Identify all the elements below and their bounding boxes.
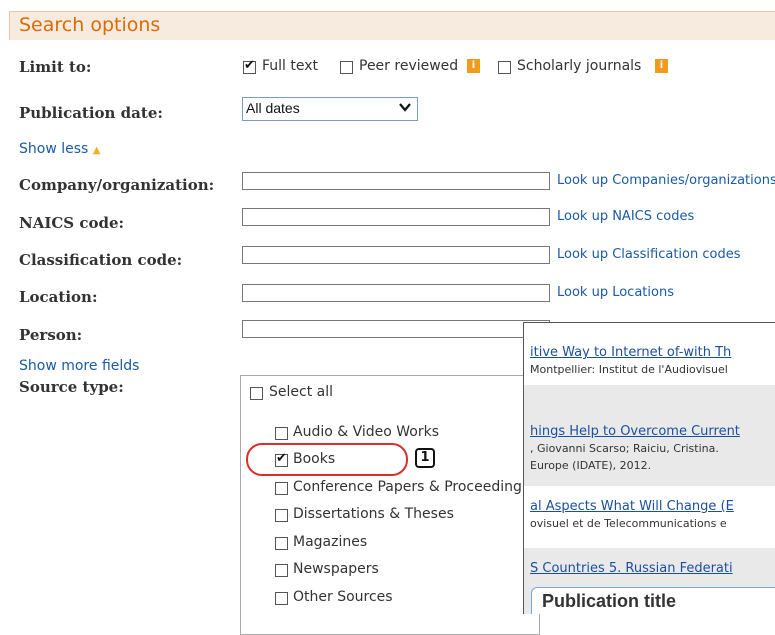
source-dissertations-label: Dissertations & Theses (293, 506, 454, 522)
limit-to-label: Limit to: (19, 58, 92, 76)
lookup-naics-link[interactable]: Look up NAICS codes (557, 209, 694, 224)
select-all-label: Select all (269, 384, 333, 400)
source-other-checkbox[interactable] (275, 592, 288, 605)
classification-code-label: Classification code: (19, 251, 183, 269)
result-title-link[interactable]: al Aspects What Will Change (E (530, 499, 734, 514)
source-other-label: Other Sources (293, 589, 393, 605)
scholarly-journals-checkbox[interactable] (498, 61, 511, 74)
classification-code-input[interactable] (242, 246, 550, 264)
company-organization-label: Company/organization: (19, 176, 215, 194)
peer-reviewed-checkbox[interactable] (340, 61, 353, 74)
select-all-checkbox[interactable] (250, 387, 263, 400)
location-input[interactable] (242, 284, 550, 302)
lookup-locations-link[interactable]: Look up Locations (557, 285, 674, 300)
publication-title-panel[interactable]: Publication title (531, 587, 775, 614)
show-more-fields-link[interactable]: Show more fields (19, 358, 139, 374)
books-highlight-ring (246, 443, 408, 476)
source-audio-video-checkbox[interactable] (275, 427, 288, 440)
result-title-link[interactable]: itive Way to Internet of-with Th (530, 345, 731, 360)
peer-reviewed-info-icon[interactable]: i (467, 59, 480, 73)
result-title-link[interactable]: hings Help to Overcome Current (530, 424, 740, 439)
full-text-label: Full text (262, 58, 319, 74)
location-label: Location: (19, 288, 98, 306)
source-conference-label: Conference Papers & Proceeding (293, 479, 522, 495)
person-label: Person: (19, 326, 83, 344)
peer-reviewed-label: Peer reviewed (359, 58, 459, 74)
callout-number-badge: 1 (415, 448, 435, 468)
scholarly-journals-info-icon[interactable]: i (655, 59, 668, 73)
lookup-classification-link[interactable]: Look up Classification codes (557, 247, 740, 262)
show-less-label: Show less (19, 141, 89, 157)
publication-date-value: All dates (246, 100, 300, 116)
results-popup: itive Way to Internet of-with Th Montpel… (523, 322, 775, 614)
top-border (0, 0, 775, 8)
source-type-label: Source type: (19, 378, 124, 396)
triangle-up-icon: ▲ (92, 145, 101, 156)
show-less-link[interactable]: Show less ▲ (19, 141, 100, 157)
page-title: Search options (19, 14, 161, 36)
source-dissertations-checkbox[interactable] (275, 509, 288, 522)
result-source-text: Europe (IDATE), 2012. (530, 459, 652, 472)
naics-code-input[interactable] (242, 208, 550, 226)
source-magazines-label: Magazines (293, 534, 368, 550)
naics-code-label: NAICS code: (19, 214, 125, 232)
publication-title-heading: Publication title (542, 591, 677, 611)
chevron-down-icon (399, 103, 411, 112)
source-magazines-checkbox[interactable] (275, 537, 288, 550)
person-input[interactable] (242, 320, 550, 338)
company-organization-input[interactable] (242, 172, 550, 190)
lookup-companies-link[interactable]: Look up Companies/organizations (557, 173, 775, 188)
source-conference-checkbox[interactable] (275, 482, 288, 495)
result-source-text: Montpellier: Institut de l'Audiovisuel (530, 363, 728, 376)
scholarly-journals-label: Scholarly journals (517, 58, 642, 74)
full-text-checkbox[interactable] (243, 58, 256, 74)
result-source-text: ovisuel et de Telecommunications e (530, 517, 727, 530)
source-newspapers-checkbox[interactable] (275, 564, 288, 577)
result-source-text: , Giovanni Scarso; Raiciu, Cristina. (530, 442, 719, 455)
result-title-link[interactable]: S Countries 5. Russian Federati (530, 561, 733, 576)
source-newspapers-label: Newspapers (293, 561, 379, 577)
search-options-header: Search options (9, 11, 775, 40)
publication-date-label: Publication date: (19, 104, 163, 122)
publication-date-select[interactable]: All dates (242, 97, 418, 121)
source-audio-video-label: Audio & Video Works (293, 424, 440, 440)
